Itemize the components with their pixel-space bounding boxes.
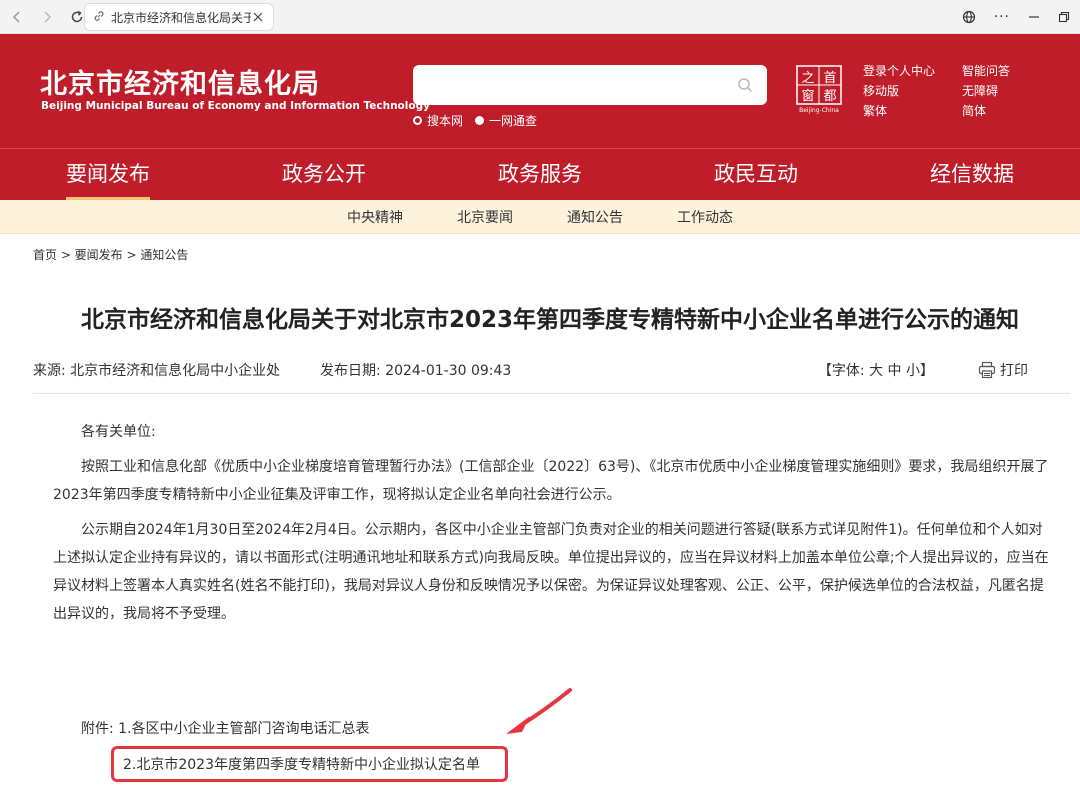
site-logo-cn[interactable]: 北京市经济和信息化局 bbox=[40, 62, 320, 101]
nav-interaction[interactable]: 政民互动 bbox=[648, 149, 864, 200]
close-icon[interactable] bbox=[251, 10, 265, 24]
browser-toolbar: ··· bbox=[962, 0, 1070, 34]
svg-text:Beijing-China: Beijing-China bbox=[799, 107, 839, 114]
tab-title: 北京市经济和信息化局关于对 bbox=[111, 10, 251, 25]
breadcrumb[interactable]: 首页 > 要闻发布 > 通知公告 bbox=[33, 246, 188, 263]
site-logo-en: Beijing Municipal Bureau of Economy and … bbox=[41, 100, 430, 112]
restore-icon[interactable] bbox=[1058, 11, 1070, 23]
paragraph-2: 公示期自2024年1月30日至2024年2月4日。公示期内，各区中小企业主管部门… bbox=[53, 522, 1049, 622]
link-login[interactable]: 登录个人中心 bbox=[863, 62, 962, 80]
site-header: 北京市经济和信息化局 Beijing Municipal Bureau of E… bbox=[0, 34, 1080, 148]
browser-chrome: 北京市经济和信息化局关于对 ··· bbox=[0, 0, 1080, 34]
link-traditional[interactable]: 繁体 bbox=[863, 102, 962, 120]
search-scope-site[interactable]: 搜本网 bbox=[413, 112, 463, 129]
page-title: 北京市经济和信息化局关于对北京市2023年第四季度专精特新中小企业名单进行公示的… bbox=[80, 307, 1019, 333]
link-mobile[interactable]: 移动版 bbox=[863, 82, 962, 100]
main-nav: 要闻发布 政务公开 政务服务 政民互动 经信数据 bbox=[0, 148, 1080, 200]
search-icon[interactable] bbox=[737, 77, 753, 93]
minimize-icon[interactable] bbox=[1028, 11, 1040, 23]
browser-tab[interactable]: 北京市经济和信息化局关于对 bbox=[84, 3, 274, 31]
link-smart-qa[interactable]: 智能问答 bbox=[962, 62, 1042, 80]
nav-gov-services[interactable]: 政务服务 bbox=[432, 149, 648, 200]
attachment-2-highlight[interactable]: 2.北京市2023年度第四季度专精特新中小企业拟认定名单 bbox=[111, 746, 508, 782]
print-label: 打印 bbox=[1000, 363, 1028, 379]
salutation: 各有关单位: bbox=[81, 424, 156, 440]
search-input[interactable] bbox=[423, 65, 723, 103]
printer-icon bbox=[978, 361, 996, 379]
search-scope-all[interactable]: 一网通查 bbox=[475, 112, 537, 129]
nav-news[interactable]: 要闻发布 bbox=[0, 149, 216, 200]
nav-data[interactable]: 经信数据 bbox=[864, 149, 1080, 200]
more-icon[interactable]: ··· bbox=[994, 9, 1010, 25]
search-scope: 搜本网 一网通查 bbox=[413, 112, 537, 129]
print-button[interactable]: 打印 bbox=[978, 360, 1028, 380]
link-accessibility[interactable]: 无障碍 bbox=[962, 82, 1042, 100]
forward-icon[interactable] bbox=[34, 4, 60, 30]
link-icon bbox=[93, 10, 105, 25]
subnav-work[interactable]: 工作动态 bbox=[677, 207, 733, 227]
sub-nav: 中央精神 北京要闻 通知公告 工作动态 bbox=[0, 200, 1080, 234]
article-source: 来源: 北京市经济和信息化局中小企业处 bbox=[33, 363, 281, 379]
attachment-2[interactable]: 2.北京市2023年度第四季度专精特新中小企业拟认定名单 bbox=[123, 754, 480, 774]
svg-text:首: 首 bbox=[823, 71, 836, 86]
subnav-beijing-news[interactable]: 北京要闻 bbox=[457, 207, 513, 227]
attachment-1[interactable]: 附件: 1.各区中小企业主管部门咨询电话汇总表 bbox=[81, 718, 370, 738]
subnav-central[interactable]: 中央精神 bbox=[347, 207, 403, 227]
search-box bbox=[413, 65, 767, 105]
paragraph-1: 按照工业和信息化部《优质中小企业梯度培育管理暂行办法》(工信部企业〔2022〕6… bbox=[53, 459, 1049, 503]
article-date: 发布日期: 2024-01-30 09:43 bbox=[320, 363, 512, 379]
svg-text:都: 都 bbox=[823, 89, 836, 104]
radio-icon bbox=[413, 116, 422, 125]
header-links: 登录个人中心 智能问答 移动版 无障碍 繁体 简体 bbox=[863, 62, 1042, 120]
subnav-notices[interactable]: 通知公告 bbox=[567, 207, 623, 227]
back-icon[interactable] bbox=[4, 4, 30, 30]
globe-icon[interactable] bbox=[962, 10, 976, 24]
radio-icon bbox=[475, 116, 485, 125]
link-simplified[interactable]: 简体 bbox=[962, 102, 1042, 120]
svg-text:之: 之 bbox=[801, 71, 814, 86]
svg-text:窗: 窗 bbox=[801, 88, 814, 104]
font-size-control[interactable]: 【字体: 大 中 小】 bbox=[818, 360, 934, 380]
capital-window-logo[interactable]: 之 首 窗 都 Beijing-China bbox=[795, 64, 843, 114]
article-meta: 来源: 北京市经济和信息化局中小企业处 发布日期: 2024-01-30 09:… bbox=[33, 360, 1028, 380]
nav-gov-affairs[interactable]: 政务公开 bbox=[216, 149, 432, 200]
article-body: 各有关单位: 按照工业和信息化部《优质中小企业梯度培育管理暂行办法》(工信部企业… bbox=[53, 418, 1052, 635]
annotation-arrow-icon bbox=[506, 688, 572, 734]
divider bbox=[33, 393, 1070, 394]
